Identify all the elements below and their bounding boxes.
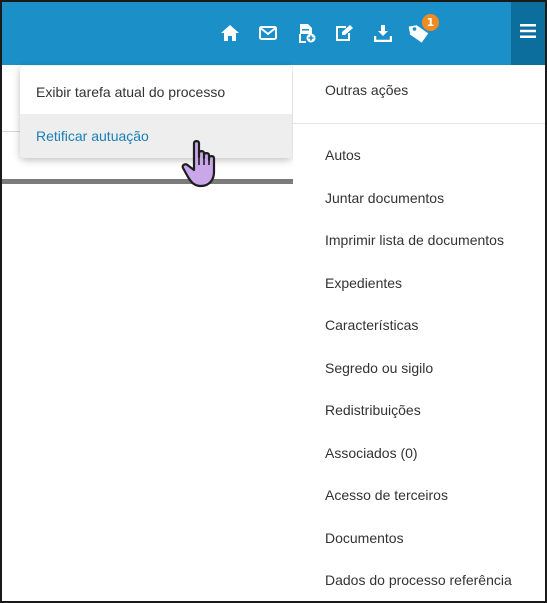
divider	[2, 131, 22, 132]
menu-item-redistribuicoes[interactable]: Redistribuições	[293, 389, 545, 432]
menu-item-juntar-documentos[interactable]: Juntar documentos	[293, 177, 545, 220]
menu-item-associados[interactable]: Associados (0)	[293, 432, 545, 475]
menu-item-acesso-terceiros[interactable]: Acesso de terceiros	[293, 474, 545, 517]
top-toolbar: 1	[2, 2, 545, 65]
other-actions-list: Autos Juntar documentos Imprimir lista d…	[293, 134, 545, 601]
other-actions-title: Outras ações	[325, 82, 409, 98]
process-actions-popup: Exibir tarefa atual do processo Retifica…	[20, 66, 292, 158]
menu-item-caracteristicas[interactable]: Características	[293, 304, 545, 347]
home-icon[interactable]	[213, 16, 247, 50]
menu-item-dados-processo-referencia[interactable]: Dados do processo referência	[293, 559, 545, 601]
menu-item-segredo-sigilo[interactable]: Segredo ou sigilo	[293, 347, 545, 390]
menu-item-documentos[interactable]: Documentos	[293, 517, 545, 560]
edit-icon[interactable]	[327, 16, 361, 50]
content-divider	[2, 179, 293, 184]
menu-item-autos[interactable]: Autos	[293, 134, 545, 177]
app-window: 1 Exibir tarefa atual do processo Retifi…	[0, 0, 547, 603]
popup-item-retificar-autuacao[interactable]: Retificar autuação	[20, 114, 292, 158]
other-actions-menu: Outras ações Autos Juntar documentos Imp…	[293, 65, 545, 601]
hand-cursor-icon	[180, 139, 224, 194]
notification-badge: 1	[422, 14, 439, 31]
document-plus-icon[interactable]	[290, 16, 324, 50]
popup-item-exibir-tarefa[interactable]: Exibir tarefa atual do processo	[20, 70, 292, 114]
mail-icon[interactable]	[251, 16, 285, 50]
hamburger-menu-button[interactable]	[511, 2, 545, 65]
download-icon[interactable]	[366, 16, 400, 50]
menu-item-imprimir-lista[interactable]: Imprimir lista de documentos	[293, 219, 545, 262]
other-actions-header: Outras ações	[293, 65, 545, 124]
menu-item-expedientes[interactable]: Expedientes	[293, 262, 545, 305]
tag-icon[interactable]: 1	[402, 14, 439, 50]
menu-icon	[519, 23, 537, 44]
